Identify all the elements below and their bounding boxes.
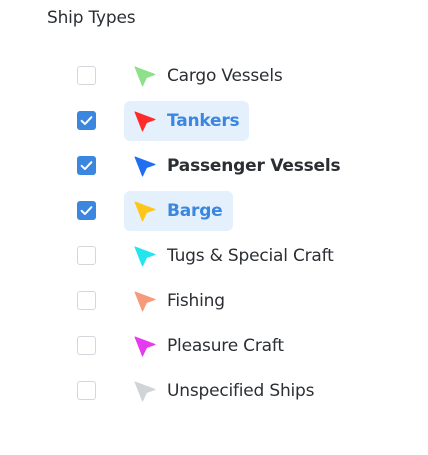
ship-type-label: Cargo Vessels [167,66,283,86]
ship-type-option[interactable]: Tugs & Special Craft [124,236,344,276]
navigation-arrow-icon [134,155,156,177]
checkbox-unchecked[interactable] [77,66,96,85]
ship-type-label: Pleasure Craft [167,336,284,356]
ship-type-label: Tankers [167,111,240,131]
ship-type-option[interactable]: Unspecified Ships [124,371,324,411]
ship-type-option[interactable]: Pleasure Craft [124,326,294,366]
list-item[interactable]: Pleasure Craft [0,324,428,369]
navigation-arrow-icon [134,290,156,312]
list-item[interactable]: Fishing [0,279,428,324]
ship-type-list: Cargo Vessels Tankers Passenger Vessels … [0,54,428,414]
ship-type-label: Passenger Vessels [167,156,341,176]
list-item[interactable]: Tankers [0,99,428,144]
navigation-arrow-icon [134,200,156,222]
navigation-arrow-icon [134,65,156,87]
navigation-arrow-icon [134,110,156,132]
navigation-arrow-icon [134,335,156,357]
ship-type-option[interactable]: Cargo Vessels [124,56,293,96]
section-title: Ship Types [47,8,136,28]
ship-type-label: Barge [167,201,223,221]
checkbox-unchecked[interactable] [77,381,96,400]
checkmark-icon [80,116,93,125]
checkmark-icon [80,161,93,170]
list-item[interactable]: Tugs & Special Craft [0,234,428,279]
ship-type-option[interactable]: Fishing [124,281,235,321]
checkbox-checked[interactable] [77,111,96,130]
ship-type-option[interactable]: Tankers [124,101,250,141]
ship-type-label: Fishing [167,291,225,311]
ship-type-option[interactable]: Passenger Vessels [124,146,350,186]
list-item[interactable]: Cargo Vessels [0,54,428,99]
navigation-arrow-icon [134,380,156,402]
ship-type-label: Tugs & Special Craft [167,246,334,266]
ship-type-option[interactable]: Barge [124,191,233,231]
list-item[interactable]: Passenger Vessels [0,144,428,189]
checkbox-unchecked[interactable] [77,336,96,355]
list-item[interactable]: Unspecified Ships [0,369,428,414]
list-item[interactable]: Barge [0,189,428,234]
navigation-arrow-icon [134,245,156,267]
checkbox-unchecked[interactable] [77,246,96,265]
checkbox-checked[interactable] [77,201,96,220]
checkbox-checked[interactable] [77,156,96,175]
ship-type-label: Unspecified Ships [167,381,315,401]
checkbox-unchecked[interactable] [77,291,96,310]
checkmark-icon [80,206,93,215]
